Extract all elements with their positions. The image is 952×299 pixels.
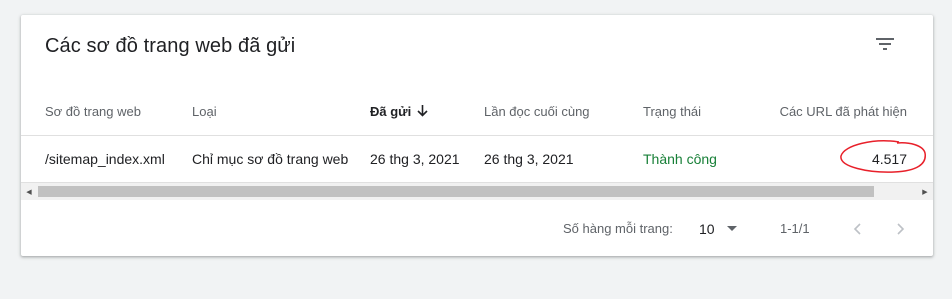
col-header-type[interactable]: Loại bbox=[192, 87, 217, 135]
scrollbar-thumb[interactable] bbox=[38, 186, 874, 197]
page-range: 1-1/1 bbox=[780, 221, 810, 236]
cell-last-read: 26 thg 3, 2021 bbox=[484, 151, 574, 167]
col-header-status[interactable]: Trạng thái bbox=[643, 87, 701, 135]
scroll-left-icon[interactable]: ◀ bbox=[21, 183, 37, 200]
cell-sitemap: /sitemap_index.xml bbox=[45, 151, 165, 167]
arrow-downward-icon bbox=[417, 105, 428, 117]
cell-discovered-urls: 4.517 bbox=[871, 151, 907, 167]
previous-page-button[interactable] bbox=[845, 201, 869, 256]
filter-button[interactable] bbox=[867, 29, 903, 59]
rows-per-page-value: 10 bbox=[699, 220, 715, 237]
dropdown-arrow-icon bbox=[727, 226, 737, 231]
horizontal-scrollbar[interactable]: ◀ ▶ bbox=[21, 183, 933, 200]
cell-type: Chỉ mục sơ đồ trang web bbox=[192, 151, 349, 167]
table-header: Sơ đồ trang web Loại Đã gửi Lần đọc cuối… bbox=[21, 87, 933, 136]
card-title: Các sơ đồ trang web đã gửi bbox=[45, 35, 296, 57]
cell-status: Thành công bbox=[643, 151, 717, 167]
cell-submitted: 26 thg 3, 2021 bbox=[370, 151, 460, 167]
filter-list-icon bbox=[876, 38, 894, 50]
table-row[interactable]: /sitemap_index.xml Chỉ mục sơ đồ trang w… bbox=[21, 136, 933, 183]
chevron-right-icon bbox=[897, 222, 905, 235]
col-header-discovered-urls[interactable]: Các URL đã phát hiện bbox=[780, 87, 907, 135]
col-header-last-read[interactable]: Lần đọc cuối cùng bbox=[484, 87, 590, 135]
pagination-footer: Số hàng mỗi trang: 10 1-1/1 bbox=[21, 201, 933, 256]
next-page-button[interactable] bbox=[889, 201, 913, 256]
col-header-submitted-label: Đã gửi bbox=[370, 103, 412, 119]
col-header-submitted[interactable]: Đã gửi bbox=[370, 87, 428, 135]
sitemaps-card: Các sơ đồ trang web đã gửi Sơ đồ trang w… bbox=[21, 15, 933, 256]
col-header-sitemap[interactable]: Sơ đồ trang web bbox=[45, 87, 141, 135]
scroll-right-icon[interactable]: ▶ bbox=[917, 183, 933, 200]
chevron-left-icon bbox=[853, 222, 861, 235]
rows-per-page-select[interactable]: 10 bbox=[699, 201, 737, 256]
rows-per-page-label: Số hàng mỗi trang: bbox=[563, 221, 673, 236]
